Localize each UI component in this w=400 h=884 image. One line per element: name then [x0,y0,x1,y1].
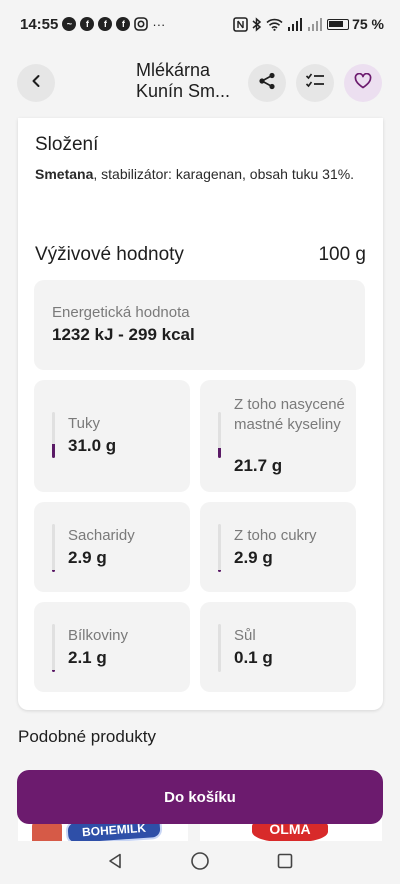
nfc-icon [233,16,248,32]
battery-icon [327,18,350,30]
status-right: 75 % [233,16,384,32]
nutrient-value: 31.0 g [68,436,117,455]
nutrient-label: Z toho nasycené mastné kyseliny [234,396,345,433]
composition-text: Smetana, stabilizátor: karagenan, obsah … [35,166,365,182]
facebook-icon-3: f [116,17,131,31]
nutrient-bar [218,524,221,572]
similar-products-title: Podobné produkty [18,727,156,746]
triangle-back-icon [106,852,124,875]
nutrient-fill [52,670,55,672]
energy-tile: Energetická hodnota 1232 kJ - 299 kcal [34,280,365,370]
energy-value: 1232 kJ - 299 kcal [52,325,195,344]
add-to-cart-button[interactable]: Do košíku [17,770,383,824]
page-title: Mlékárna Kunín Sm... [136,60,248,102]
battery-indicator: 75 % [327,16,384,32]
system-nav-bar [0,841,400,884]
nutrient-value: 0.1 g [234,648,273,667]
nav-back-button[interactable] [103,851,127,875]
composition-title: Složení [35,134,99,155]
nutrition-amount: 100 g [318,244,366,265]
composition-rest: , stabilizátor: karagenan, obsah tuku 31… [93,166,355,182]
nutrient-value: 2.9 g [234,548,273,567]
nutrient-bar [52,624,55,672]
status-bar: 14:55 ~ f f f ··· 75 % [0,0,400,48]
header: Mlékárna Kunín Sm... [0,48,400,118]
more-notifications-icon: ··· [152,16,166,32]
facebook-icon-2: f [98,17,113,31]
arrow-left-icon [29,74,43,93]
nutrient-label: Z toho cukry [234,527,317,544]
nutrient-bar [218,624,221,672]
nutrient-tile-protein: Bílkoviny 2.1 g [34,602,190,692]
bluetooth-icon [252,16,262,32]
signal-2-icon [307,17,323,31]
signal-icon [287,17,303,31]
nutrient-tile-fat: Tuky 31.0 g [34,380,190,492]
messenger-icon: ~ [62,17,77,31]
page-title-line2: Kunín Sm... [136,81,231,101]
nutrient-fill [218,570,221,572]
circle-home-icon [190,851,210,876]
nutrient-label: Sůl [234,627,256,644]
product-details-card: Složení Smetana, stabilizátor: karagenan… [18,118,383,710]
nutrient-tile-sugars: Z toho cukry 2.9 g [200,502,356,592]
nav-home-button[interactable] [188,851,212,875]
nutrient-label: Sacharidy [68,527,135,544]
nutrient-value: 2.1 g [68,648,107,667]
status-time: 14:55 [20,15,59,33]
page-title-line1: Mlékárna [136,60,211,80]
nutrient-bar [52,524,55,572]
nutrient-value: 21.7 g [234,456,283,475]
nutrient-bar [218,412,221,458]
share-icon [258,72,276,95]
shopping-list-button[interactable] [296,64,334,102]
nutrient-tile-carbs: Sacharidy 2.9 g [34,502,190,592]
nutrient-label: Bílkoviny [68,627,129,644]
instagram-icon [134,17,149,31]
heart-icon [354,72,372,94]
nav-recents-button[interactable] [273,851,297,875]
energy-label: Energetická hodnota [52,304,190,321]
favorite-button[interactable] [344,64,382,102]
composition-bold: Smetana [35,166,94,182]
battery-percent: 75 % [352,16,384,32]
wifi-icon [266,18,283,31]
nutrient-fill [218,448,221,458]
nutrient-fill [52,444,55,458]
nutrient-tile-saturated: Z toho nasycené mastné kyseliny 21.7 g [200,380,356,492]
checklist-icon [305,72,325,95]
nutrient-fill [52,570,55,572]
nutrient-label: Tuky [68,415,100,432]
nutrient-tile-salt: Sůl 0.1 g [200,602,356,692]
back-button[interactable] [17,64,55,102]
nutrient-bar [52,412,55,458]
nutrient-value: 2.9 g [68,548,107,567]
nutrition-title: Výživové hodnoty [35,244,184,265]
facebook-icon: f [80,17,95,31]
square-recents-icon [276,852,294,875]
share-button[interactable] [248,64,286,102]
status-left: 14:55 ~ f f f ··· [20,16,165,33]
